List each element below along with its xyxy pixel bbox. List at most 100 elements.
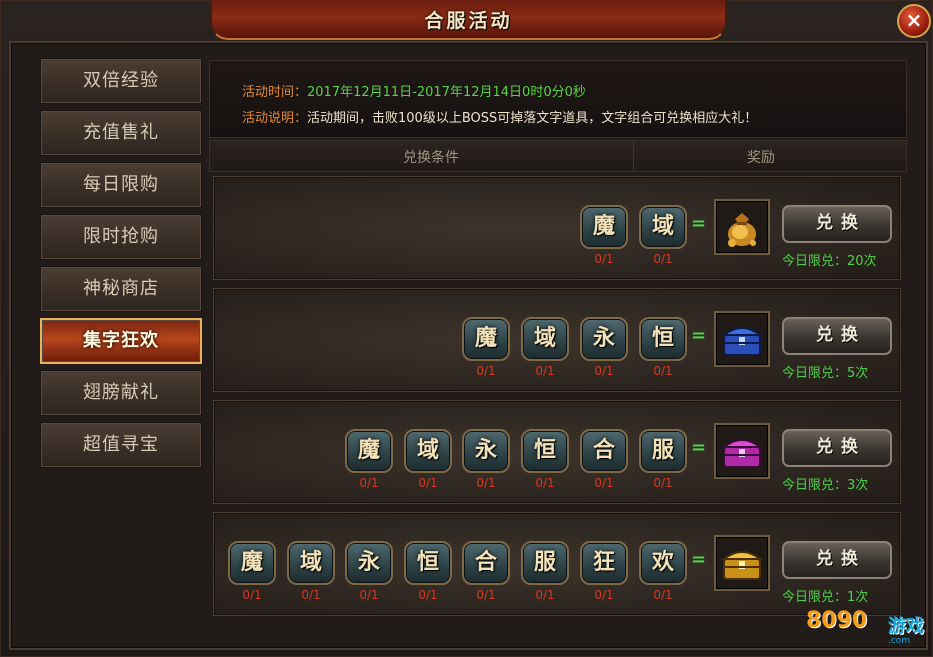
reward-slot[interactable] [714, 423, 770, 479]
reward-slot[interactable] [714, 535, 770, 591]
char-slot: 欢 0/1 [639, 541, 687, 602]
char-count: 0/1 [653, 476, 673, 490]
char-count: 0/1 [535, 588, 555, 602]
sidebar: 双倍经验 充值售礼 每日限购 限时抢购 神秘商店 集字狂欢 翅膀献礼 超值寻宝 [40, 58, 202, 474]
char-count: 0/1 [653, 588, 673, 602]
char-slot: 永 0/1 [462, 429, 510, 490]
char-token: 恒 [639, 317, 687, 361]
char-token: 域 [639, 205, 687, 249]
char-count: 0/1 [594, 252, 614, 266]
exchange-row: 魔 0/1 域 0/1 永 0/1 恒 0/1 = 兑换 今日限兑：5次 [213, 288, 901, 392]
char-token: 合 [462, 541, 510, 585]
char-slot: 服 0/1 [639, 429, 687, 490]
sidebar-item-wing-gift[interactable]: 翅膀献礼 [40, 370, 202, 416]
sidebar-item-daily-limit[interactable]: 每日限购 [40, 162, 202, 208]
activity-time-value: 2017年12月11日-2017年12月14日0时0分0秒 [307, 85, 586, 100]
sidebar-item-word-collect[interactable]: 集字狂欢 [40, 318, 202, 364]
equals-sign: = [691, 325, 707, 346]
char-slot: 合 0/1 [580, 429, 628, 490]
header-condition: 兑换条件 [403, 150, 459, 166]
char-slot: 狂 0/1 [580, 541, 628, 602]
char-token: 合 [580, 429, 628, 473]
exchange-button[interactable]: 兑换 [782, 205, 892, 243]
exchange-button[interactable]: 兑换 [782, 317, 892, 355]
char-count: 0/1 [594, 476, 614, 490]
char-slot: 恒 0/1 [404, 541, 452, 602]
char-slot: 恒 0/1 [639, 317, 687, 378]
char-count: 0/1 [653, 252, 673, 266]
char-slot: 域 0/1 [639, 205, 687, 266]
watermark-brand: 8090 [806, 608, 868, 633]
table-header: 兑换条件 奖励 [209, 140, 907, 172]
char-token: 魔 [580, 205, 628, 249]
exchange-row: 魔 0/1 域 0/1 永 0/1 恒 0/1 合 0/1 服 0/1 [213, 400, 901, 504]
char-slot: 域 0/1 [287, 541, 335, 602]
sidebar-item-double-exp[interactable]: 双倍经验 [40, 58, 202, 104]
char-count: 0/1 [476, 588, 496, 602]
char-slot: 服 0/1 [521, 541, 569, 602]
exchange-list: 魔 0/1 域 0/1 = 兑换 今日限兑：20次 魔 0/1 域 0/1 永 … [213, 176, 901, 624]
activity-desc-value: 活动期间，击败100级以上BOSS可掉落文字道具，文字组合可兑换相应大礼！ [307, 111, 758, 126]
reward-slot[interactable] [714, 311, 770, 367]
char-count: 0/1 [418, 588, 438, 602]
close-button[interactable]: × [897, 4, 931, 38]
activity-desc-label: 活动说明： [242, 111, 308, 126]
char-token: 狂 [580, 541, 628, 585]
exchange-button[interactable]: 兑换 [782, 429, 892, 467]
dialog-title: 合服活动 [424, 10, 513, 32]
char-slot: 恒 0/1 [521, 429, 569, 490]
activity-description: 活动说明：活动期间，击败100级以上BOSS可掉落文字道具，文字组合可兑换相应大… [242, 107, 757, 126]
exchange-row: 魔 0/1 域 0/1 永 0/1 恒 0/1 合 0/1 服 0/1 [213, 512, 901, 616]
char-slot: 永 0/1 [345, 541, 393, 602]
equals-sign: = [691, 549, 707, 570]
exchange-button[interactable]: 兑换 [782, 541, 892, 579]
char-count: 0/1 [359, 588, 379, 602]
daily-limit: 今日限兑：5次 [782, 366, 869, 381]
char-count: 0/1 [359, 476, 379, 490]
daily-limit: 今日限兑：1次 [782, 590, 869, 605]
char-count: 0/1 [535, 364, 555, 378]
reward-slot[interactable] [714, 199, 770, 255]
purple-chest-icon [721, 439, 763, 468]
char-token: 永 [462, 429, 510, 473]
char-token: 魔 [462, 317, 510, 361]
money-bag-icon [728, 213, 756, 247]
char-slot: 魔 0/1 [580, 205, 628, 266]
char-slot: 魔 0/1 [462, 317, 510, 378]
char-token: 服 [639, 429, 687, 473]
activity-info-panel: 活动时间：2017年12月11日-2017年12月14日0时0分0秒 活动说明：… [209, 60, 907, 138]
char-count: 0/1 [594, 364, 614, 378]
char-token: 服 [521, 541, 569, 585]
char-token: 永 [580, 317, 628, 361]
char-count: 0/1 [594, 588, 614, 602]
watermark-domain: .com [888, 636, 911, 646]
activity-time: 活动时间：2017年12月11日-2017年12月14日0时0分0秒 [242, 81, 586, 100]
activity-time-label: 活动时间： [242, 85, 308, 100]
title-bar: 合服活动 [210, 0, 727, 40]
char-slot: 魔 0/1 [228, 541, 276, 602]
char-slot: 合 0/1 [462, 541, 510, 602]
char-count: 0/1 [418, 476, 438, 490]
header-reward: 奖励 [747, 150, 775, 166]
daily-limit: 今日限兑：20次 [782, 254, 877, 269]
exchange-row: 魔 0/1 域 0/1 = 兑换 今日限兑：20次 [213, 176, 901, 280]
char-slot: 永 0/1 [580, 317, 628, 378]
sidebar-item-recharge-gift[interactable]: 充值售礼 [40, 110, 202, 156]
char-count: 0/1 [653, 364, 673, 378]
char-count: 0/1 [535, 476, 555, 490]
sidebar-item-flash-sale[interactable]: 限时抢购 [40, 214, 202, 260]
char-slot: 域 0/1 [404, 429, 452, 490]
char-token: 域 [287, 541, 335, 585]
char-token: 域 [521, 317, 569, 361]
char-count: 0/1 [476, 364, 496, 378]
close-icon: × [905, 8, 923, 32]
sidebar-item-treasure-hunt[interactable]: 超值寻宝 [40, 422, 202, 468]
char-slot: 魔 0/1 [345, 429, 393, 490]
daily-limit: 今日限兑：3次 [782, 478, 869, 493]
char-token: 恒 [404, 541, 452, 585]
sidebar-item-mystery-shop[interactable]: 神秘商店 [40, 266, 202, 312]
gold-chest-icon [721, 551, 763, 580]
char-token: 永 [345, 541, 393, 585]
char-token: 欢 [639, 541, 687, 585]
char-count: 0/1 [476, 476, 496, 490]
